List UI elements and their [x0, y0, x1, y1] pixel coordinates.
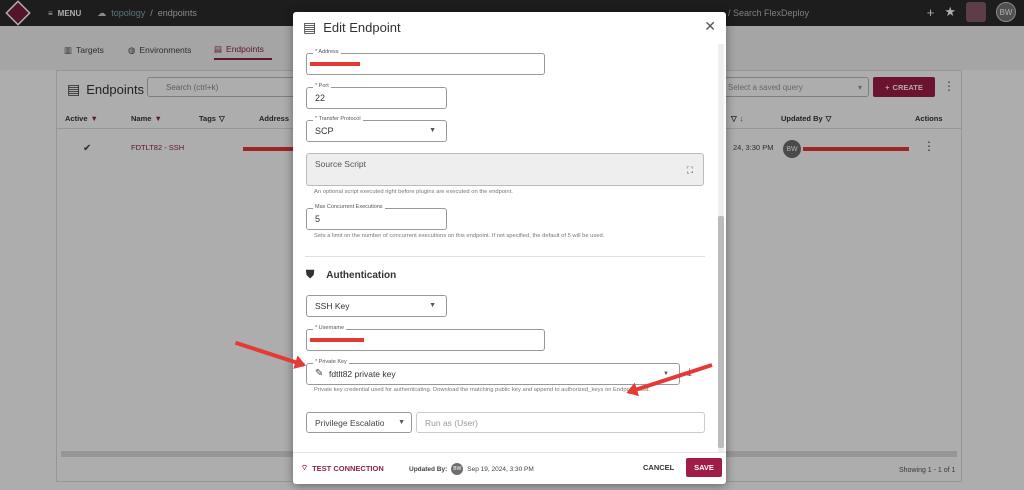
- updated-on: Sep 19, 2024, 3:30 PM: [467, 465, 534, 473]
- broadcast-icon: ⌔: [301, 463, 309, 472]
- priv-esc-value: Privilege Escalatio: [315, 418, 385, 428]
- redacted-username-value: [310, 338, 364, 342]
- username-field[interactable]: * Username: [306, 325, 545, 351]
- pencil-icon[interactable]: ✎: [315, 368, 323, 379]
- auth-type-select[interactable]: SSH Key ▼: [306, 295, 447, 317]
- auth-heading-text: Authentication: [326, 270, 397, 281]
- expand-icon[interactable]: ⛶: [687, 165, 693, 176]
- chevron-down-icon: ▼: [429, 302, 436, 309]
- run-as-placeholder: Run as (User): [425, 418, 478, 428]
- source-script-hint: An optional script executed right before…: [314, 189, 513, 195]
- max-exec-label: Max Concurrent Executions: [313, 204, 385, 210]
- dialog-title: Edit Endpoint: [323, 19, 401, 35]
- username-label: * Username: [313, 325, 347, 331]
- authentication-heading: ⛊ Authentication: [306, 269, 396, 282]
- protocol-value: SCP: [315, 126, 334, 136]
- port-label: * Port: [313, 83, 331, 89]
- divider: [305, 256, 705, 257]
- server-icon: ▤: [303, 18, 317, 35]
- avatar: BW: [451, 463, 464, 475]
- private-key-select[interactable]: * Private Key ✎ fdtlt82 private key ▼: [306, 359, 680, 385]
- test-connection-label: TEST CONNECTION: [312, 463, 384, 473]
- redacted-address-value: [310, 62, 360, 66]
- dialog-header: ▤ Edit Endpoint: [293, 12, 726, 42]
- cancel-button[interactable]: CANCEL: [643, 463, 674, 472]
- chevron-down-icon: ▼: [429, 127, 436, 134]
- source-script-label: Source Script: [315, 159, 367, 169]
- edit-endpoint-dialog: ▤ Edit Endpoint ✕ * Address * Port 22 * …: [293, 12, 726, 484]
- port-value: 22: [315, 93, 326, 103]
- transfer-protocol-select[interactable]: * Transfer Protocol SCP ▼: [306, 116, 447, 142]
- shield-icon: ⛊: [306, 269, 315, 281]
- private-key-value: fdtlt82 private key: [329, 369, 396, 379]
- chevron-down-icon: ▼: [398, 419, 405, 426]
- protocol-label: * Transfer Protocol: [313, 116, 363, 122]
- auth-type-value: SSH Key: [315, 301, 350, 311]
- updated-by-info: Updated By: BW Sep 19, 2024, 3:30 PM: [409, 463, 534, 475]
- private-key-hint: Private key credential used for authenti…: [314, 387, 651, 393]
- max-exec-hint: Sets a limit on the number of concurrent…: [314, 233, 605, 239]
- dialog-scrollbar[interactable]: [718, 44, 724, 452]
- port-field[interactable]: * Port 22: [306, 83, 447, 109]
- max-exec-value: 5: [315, 214, 321, 224]
- run-as-input[interactable]: Run as (User): [416, 412, 705, 433]
- private-key-label: * Private Key: [313, 359, 349, 365]
- updated-by-label: Updated By:: [409, 465, 448, 473]
- address-label: * Address: [313, 49, 341, 55]
- dialog-footer: ⌔ TEST CONNECTION Updated By: BW Sep 19,…: [293, 452, 726, 484]
- close-icon[interactable]: ✕: [704, 18, 716, 35]
- scrollbar-thumb[interactable]: [718, 216, 724, 448]
- address-field[interactable]: * Address: [306, 49, 545, 75]
- save-button[interactable]: SAVE: [686, 458, 722, 477]
- test-connection-button[interactable]: ⌔ TEST CONNECTION: [301, 463, 384, 473]
- privilege-escalation-select[interactable]: Privilege Escalatio ▼: [306, 412, 412, 433]
- max-concurrent-field[interactable]: Max Concurrent Executions 5: [306, 204, 447, 230]
- source-script-field[interactable]: Source Script ⛶: [306, 153, 704, 186]
